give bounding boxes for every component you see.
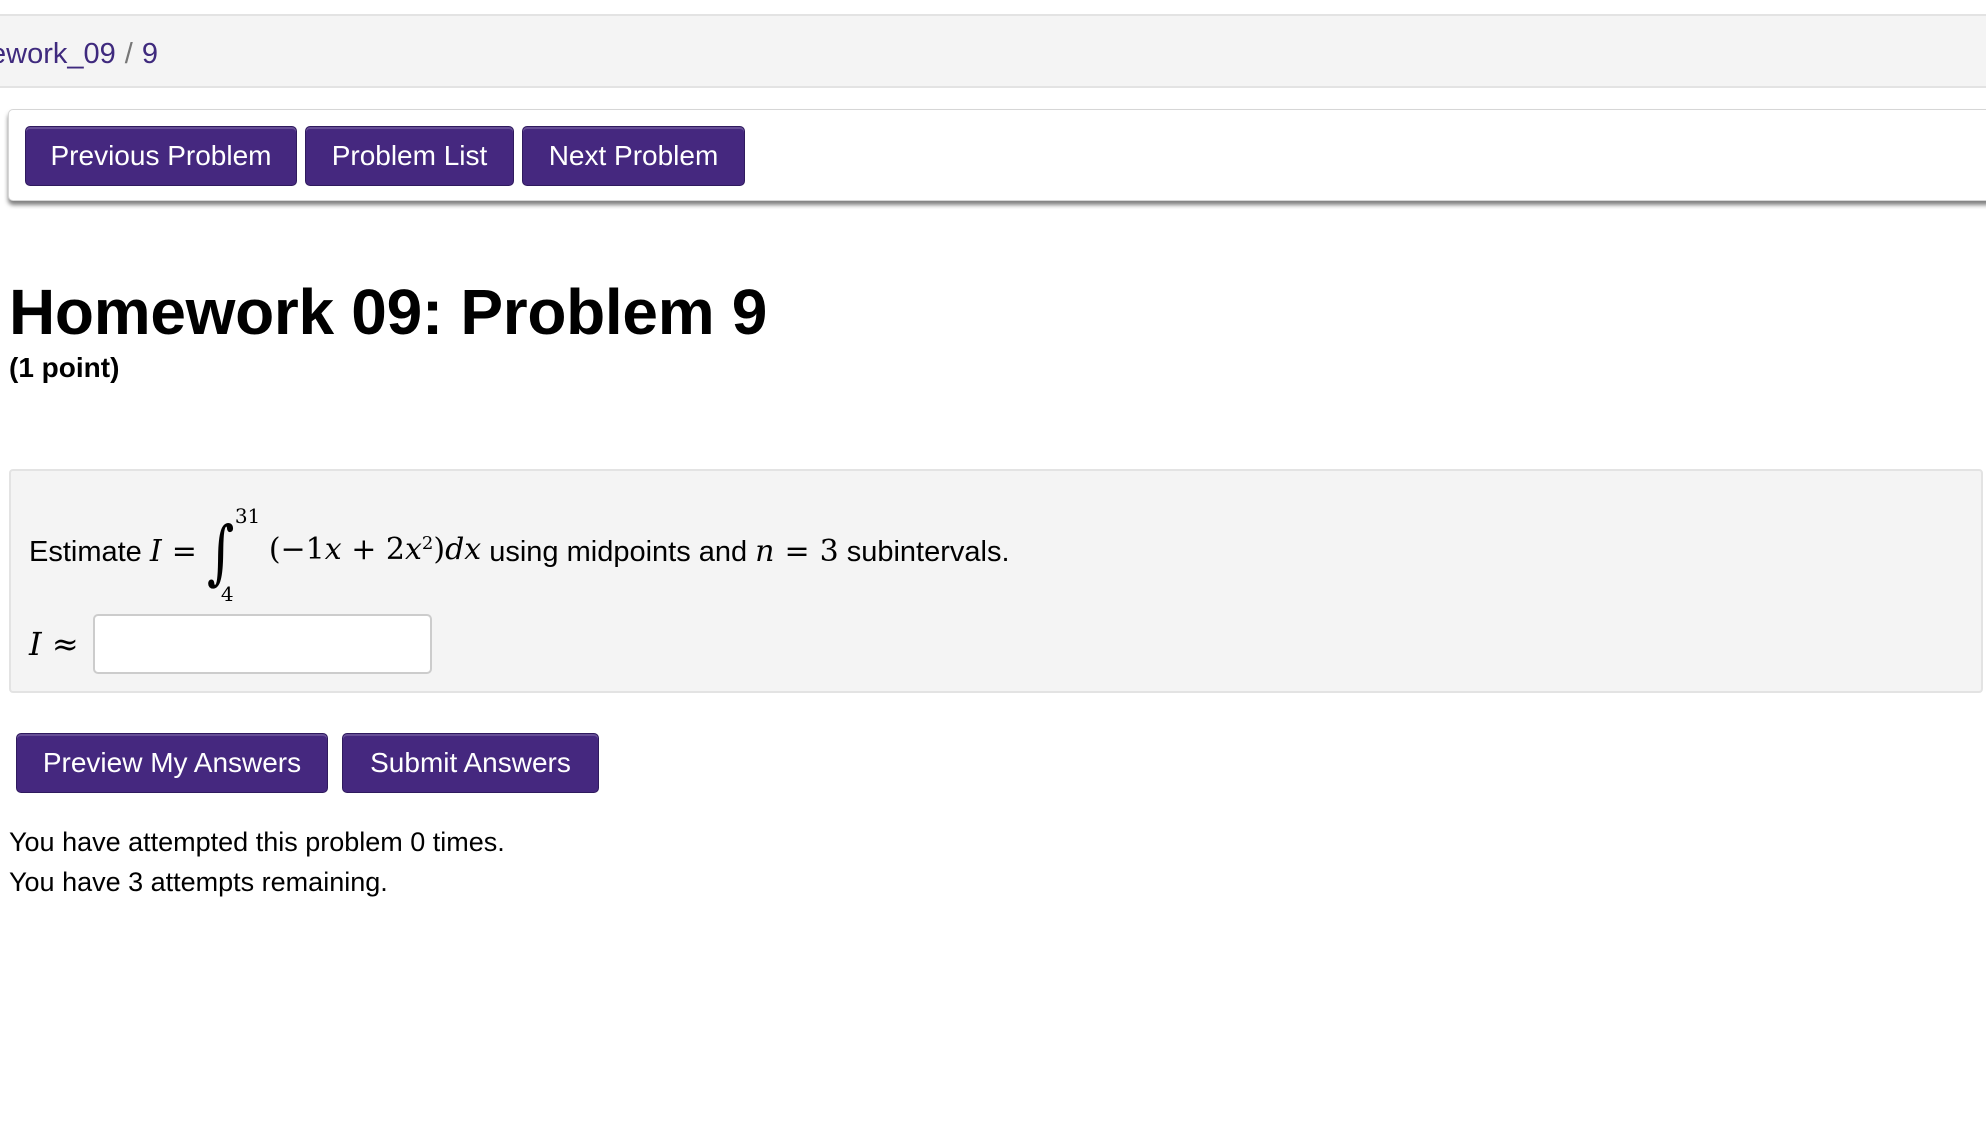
previous-problem-button[interactable]: Previous Problem [25, 126, 297, 186]
remaining-attempts-text: You have 3 attempts remaining. [9, 867, 388, 897]
math-variable-n: n [755, 534, 775, 569]
integral-upper-limit: 31 [234, 504, 261, 528]
integral-sign-icon: ∫ 31 4 [205, 504, 263, 606]
statement-suffix: subintervals. [846, 536, 1010, 568]
math-variable-i: I [149, 534, 162, 569]
attempted-count-text: You have attempted this problem 0 times. [9, 827, 505, 857]
breadcrumb-problem-link[interactable]: 9 [142, 38, 158, 70]
problem-list-button[interactable]: Problem List [305, 126, 514, 186]
statement-middle: using midpoints and [489, 536, 748, 568]
breadcrumb-separator: / [124, 38, 133, 70]
math-n-equals: = [784, 534, 810, 569]
answer-input[interactable] [92, 614, 432, 674]
problem-statement: Estimate I = ∫ 31 4 (−1x + 2x2)dx using … [29, 504, 1010, 606]
breadcrumb-set-link[interactable]: ework_09 [0, 38, 116, 70]
breadcrumb: ework_09/ 9 [0, 38, 158, 70]
integrand: (−1x + 2x2)dx [268, 532, 482, 567]
answer-row: I ≈ [29, 614, 432, 674]
math-n-value: 3 [819, 534, 839, 569]
integral-lower-limit: 4 [220, 582, 234, 606]
answer-label: I ≈ [29, 625, 79, 663]
submit-answers-button[interactable]: Submit Answers [342, 733, 599, 793]
math-equals: = [171, 534, 197, 569]
preview-answers-button[interactable]: Preview My Answers [16, 733, 328, 793]
attempts-info: You have attempted this problem 0 times.… [9, 822, 505, 902]
next-problem-button[interactable]: Next Problem [522, 126, 745, 186]
statement-prefix: Estimate [29, 536, 142, 568]
page-title: Homework 09: Problem 9 [9, 276, 768, 348]
problem-points: (1 point) [9, 352, 120, 383]
breadcrumb-bar: ework_09/ 9 [0, 14, 1986, 88]
